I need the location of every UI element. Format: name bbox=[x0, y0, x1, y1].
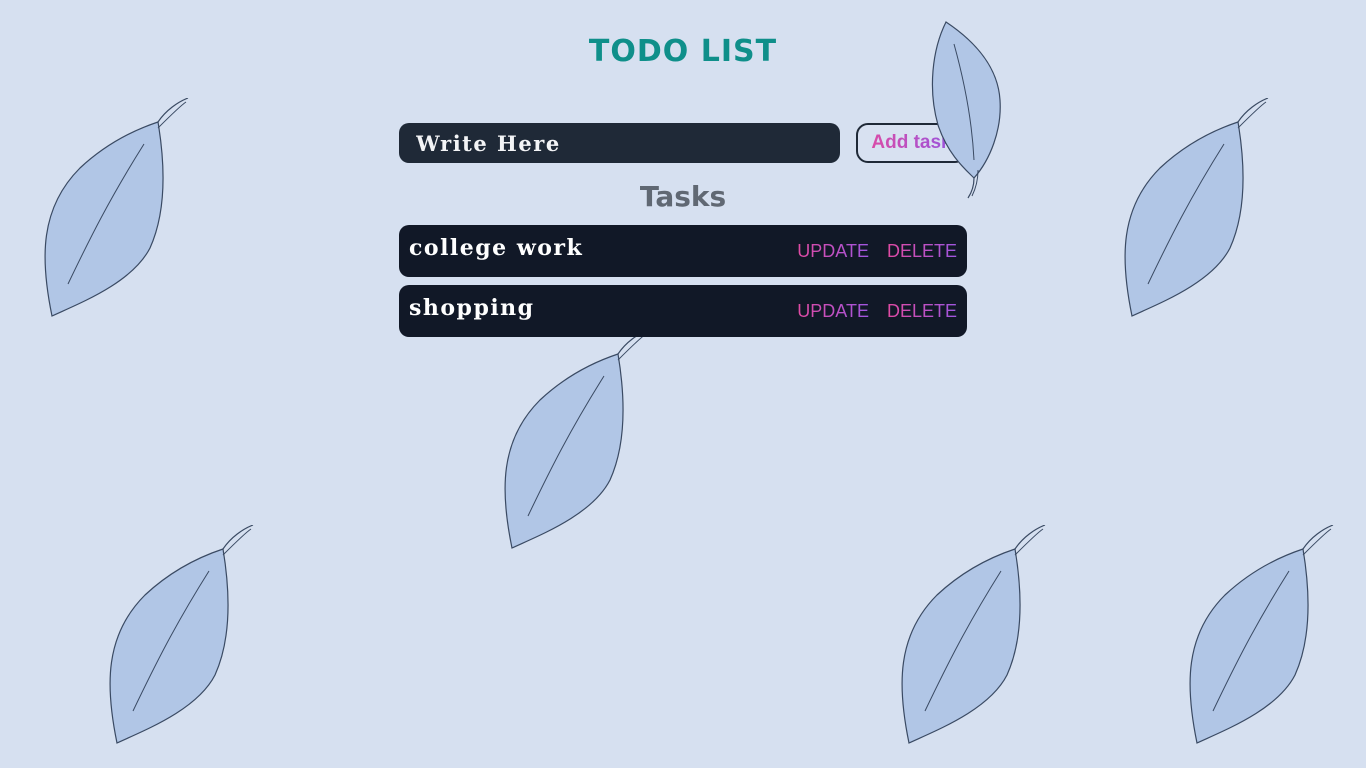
task-item: shopping UPDATE DELETE bbox=[399, 285, 967, 337]
task-text: shopping bbox=[409, 295, 535, 321]
delete-label: DELETE bbox=[886, 300, 957, 321]
task-item: college work UPDATE DELETE bbox=[399, 225, 967, 277]
page-title: TODO LIST bbox=[588, 34, 778, 69]
leaf-icon bbox=[1185, 525, 1335, 745]
update-button[interactable]: UPDATE bbox=[797, 301, 869, 322]
app-stage: TODO LIST Add task Tasks college work UP… bbox=[0, 0, 1366, 768]
task-input[interactable] bbox=[399, 123, 840, 163]
leaf-icon bbox=[105, 525, 255, 745]
task-list: college work UPDATE DELETE shopping UPDA… bbox=[399, 225, 967, 345]
tasks-heading: Tasks bbox=[639, 180, 727, 213]
update-label: UPDATE bbox=[797, 240, 869, 261]
leaf-icon bbox=[928, 20, 1004, 200]
delete-button[interactable]: DELETE bbox=[887, 241, 957, 262]
delete-button[interactable]: DELETE bbox=[887, 301, 957, 322]
delete-label: DELETE bbox=[886, 240, 957, 261]
leaf-icon bbox=[500, 330, 650, 550]
task-text: college work bbox=[409, 235, 584, 261]
task-input-container bbox=[399, 123, 840, 163]
leaf-icon bbox=[897, 525, 1047, 745]
update-label: UPDATE bbox=[797, 300, 869, 321]
update-button[interactable]: UPDATE bbox=[797, 241, 869, 262]
